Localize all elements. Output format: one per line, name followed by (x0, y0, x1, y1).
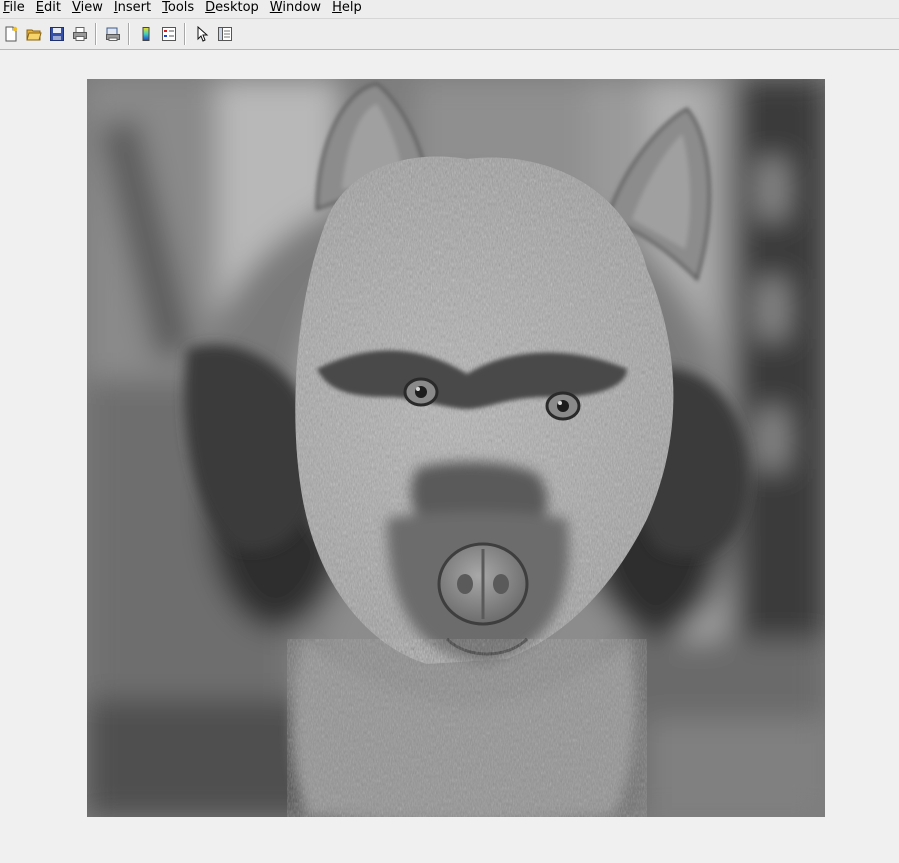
menu-edit-rest: dit (44, 0, 61, 15)
menu-help[interactable]: Help (329, 0, 370, 18)
property-editor-icon (218, 27, 232, 41)
print-preview-button[interactable] (102, 23, 124, 45)
menu-view[interactable]: View (69, 0, 111, 18)
menu-bar: File Edit View Insert Tools Desktop Wind… (0, 0, 899, 19)
menu-desktop[interactable]: Desktop (202, 0, 267, 18)
print-preview-icon (106, 27, 120, 41)
menu-desktop-rest: esktop (215, 0, 259, 15)
edit-plot-button[interactable] (191, 23, 213, 45)
new-figure-button[interactable] (0, 23, 22, 45)
legend-icon (162, 27, 176, 41)
menu-insert[interactable]: Insert (111, 0, 159, 18)
figure-canvas (0, 50, 899, 863)
menu-view-rest: iew (80, 0, 103, 15)
menu-window-rest: indow (282, 0, 322, 15)
toolbar-separator (184, 23, 186, 45)
edit-plot-arrow-icon (197, 26, 209, 42)
save-icon (50, 27, 64, 41)
toolbar-separator (128, 23, 130, 45)
insert-colorbar-button[interactable] (135, 23, 157, 45)
insert-legend-button[interactable] (158, 23, 180, 45)
colorbar-icon (142, 27, 150, 41)
menu-help-rest: elp (341, 0, 362, 15)
open-file-button[interactable] (23, 23, 45, 45)
show-plot-tools-button[interactable] (214, 23, 236, 45)
print-button[interactable] (69, 23, 91, 45)
new-figure-icon (5, 26, 18, 42)
hybrid-image-icon (87, 79, 825, 817)
menu-edit[interactable]: Edit (33, 0, 69, 18)
open-file-icon (26, 29, 42, 41)
menu-tools-rest: ools (167, 0, 195, 15)
menu-window[interactable]: Window (267, 0, 329, 18)
toolbar-separator (95, 23, 97, 45)
menu-insert-rest: nsert (117, 0, 152, 15)
menu-file[interactable]: File (0, 0, 33, 18)
menu-tools[interactable]: Tools (159, 0, 202, 18)
print-icon (73, 27, 87, 41)
figure-toolbar (0, 19, 899, 50)
save-button[interactable] (46, 23, 68, 45)
menu-file-rest: ile (9, 0, 25, 15)
image-axes[interactable] (87, 79, 825, 817)
